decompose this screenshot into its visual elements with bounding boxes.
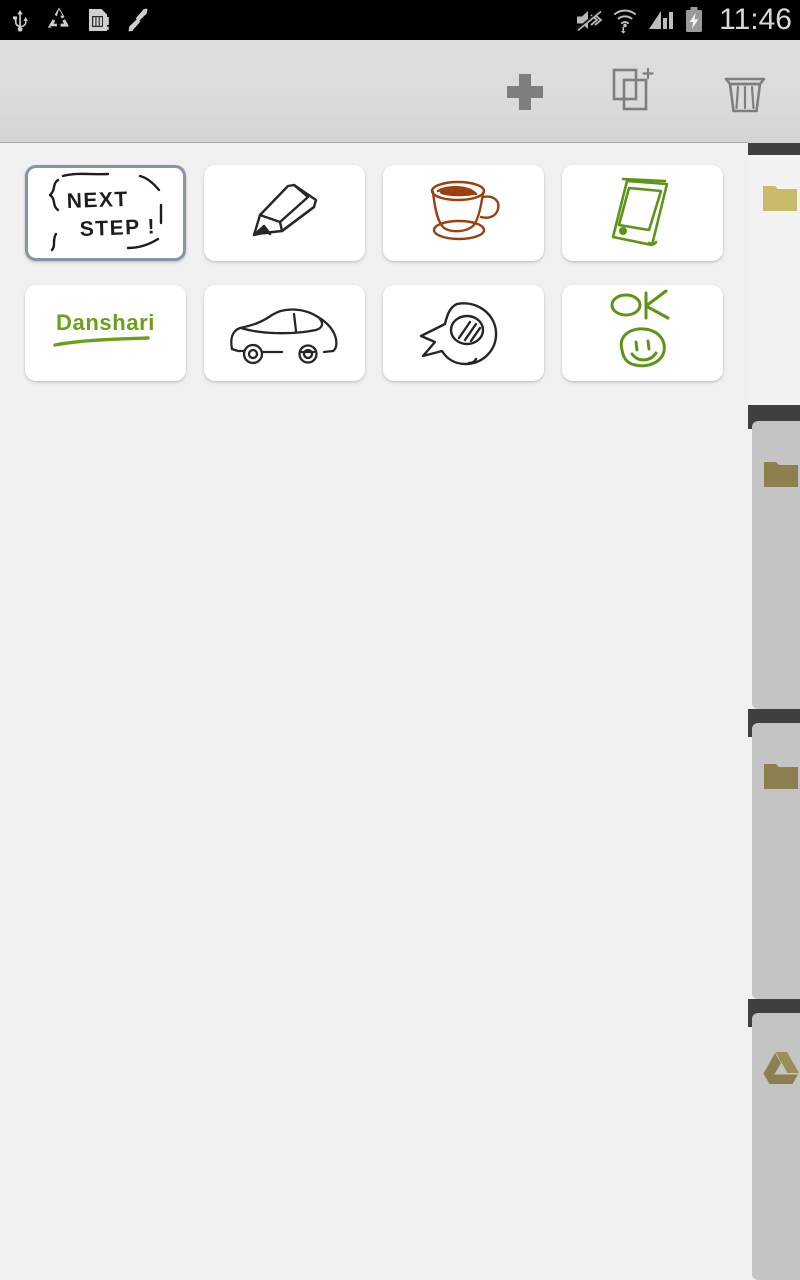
note-card-pencil[interactable]	[204, 165, 365, 261]
right-drawer[interactable]	[748, 143, 800, 1280]
status-bar-right-icons: 11:46	[575, 5, 792, 35]
next-step-sketch: NEXT STEP !	[48, 172, 163, 252]
note-grid: NEXT STEP ! Danshari	[25, 165, 745, 405]
trash-icon	[724, 77, 766, 112]
drawer-gap-top	[748, 143, 800, 155]
status-bar-clock: 11:46	[719, 3, 792, 36]
status-bar[interactable]: 11:46	[0, 0, 800, 40]
drawer-panel-google-drive[interactable]	[752, 1013, 800, 1280]
delete-note-button[interactable]	[690, 40, 800, 143]
sim-card-alert-icon	[89, 9, 109, 31]
svg-text:NEXT: NEXT	[66, 188, 129, 213]
note-list-area: NEXT STEP ! Danshari	[0, 143, 748, 1280]
wifi-icon	[614, 9, 637, 34]
folder-icon	[763, 186, 797, 211]
toolbar	[0, 40, 800, 143]
note-card-ok-smiley[interactable]	[562, 285, 723, 381]
coffee-cup-sketch	[430, 180, 500, 241]
battery-charging-icon	[686, 7, 703, 32]
folder-icon	[764, 462, 798, 487]
status-bar-left-icons	[10, 6, 150, 34]
copy-plus-icon	[612, 67, 654, 110]
folder-icon	[764, 764, 798, 789]
danshari-label: Danshari	[56, 310, 155, 335]
note-card-next-step[interactable]: NEXT STEP !	[25, 165, 186, 261]
note-card-car[interactable]	[204, 285, 365, 381]
google-drive-icon	[763, 1052, 799, 1084]
recycle-icon	[47, 7, 69, 28]
note-card-speech-bubble[interactable]	[383, 285, 544, 381]
ok-smiley-sketch	[610, 289, 669, 368]
signal-icon	[649, 11, 674, 29]
plus-icon	[507, 73, 543, 110]
drawer-panel-notebooks[interactable]	[748, 143, 800, 405]
car-sketch	[229, 308, 338, 365]
note-card-coffee-cup[interactable]	[383, 165, 544, 261]
speech-bubble-sketch	[419, 302, 497, 366]
pencil-sketch	[252, 183, 317, 237]
duplicate-note-button[interactable]	[580, 40, 690, 143]
drawer-panel-folder-2[interactable]	[752, 723, 800, 999]
svg-text:STEP !: STEP !	[79, 215, 156, 241]
danshari-sketch: Danshari	[52, 310, 155, 347]
data-transfer-icon	[128, 8, 148, 32]
add-note-button[interactable]	[470, 40, 580, 143]
usb-icon	[13, 10, 28, 32]
toolbar-actions	[470, 40, 800, 143]
smartphone-sketch	[611, 177, 668, 247]
note-card-danshari[interactable]: Danshari	[25, 285, 186, 381]
mute-icon	[576, 9, 603, 31]
drawer-panel-folder-1[interactable]	[752, 421, 800, 709]
note-card-smartphone[interactable]	[562, 165, 723, 261]
